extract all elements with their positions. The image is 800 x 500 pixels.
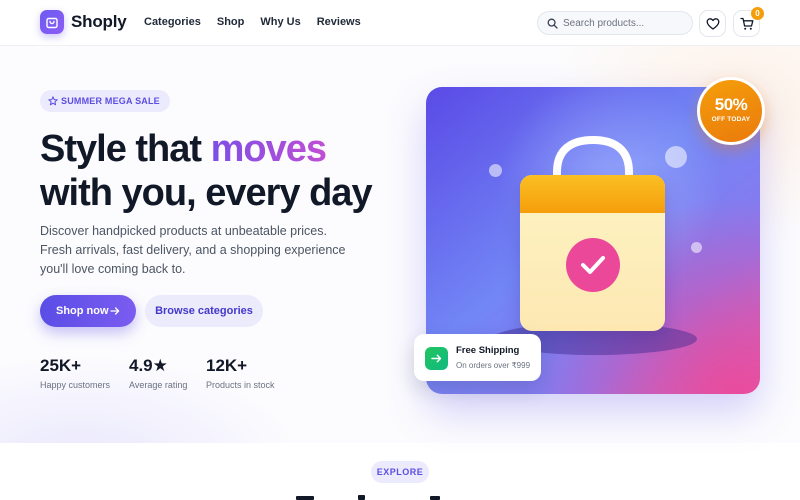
bag-top-band (520, 175, 665, 213)
arrow-right-icon (110, 307, 120, 315)
decor-dot (489, 164, 502, 177)
decor-dot (691, 242, 702, 253)
stat-products-label: Products in stock (206, 380, 275, 390)
check-icon (566, 238, 620, 292)
headline-accent: moves (210, 128, 327, 170)
shop-now-button[interactable]: Shop now (40, 295, 136, 327)
search-icon (547, 18, 558, 29)
shipping-arrow-icon (425, 347, 448, 370)
shopping-bag-icon (46, 17, 58, 29)
stat-rating-label: Average rating (129, 380, 188, 390)
browse-categories-button[interactable]: Browse categories (145, 295, 263, 327)
checkmark-glyph (581, 256, 605, 274)
cart-count-badge: 0 (751, 7, 764, 20)
free-shipping-card: Free Shipping On orders over ₹999 (414, 334, 541, 381)
nav-links: Categories Shop Why Us Reviews (144, 16, 361, 28)
discount-value: 50% (714, 95, 748, 114)
stat-customers-label: Happy customers (40, 380, 111, 390)
decor-dot (665, 146, 687, 168)
sale-tag-label: SUMMER MEGA SALE (61, 96, 160, 106)
shipping-title: Free Shipping (456, 345, 520, 356)
nav-link-categories[interactable]: Categories (144, 16, 201, 28)
stat-products-value: 12K+ (206, 356, 248, 375)
star-icon (48, 96, 58, 106)
shipping-subtitle: On orders over ₹999 (456, 361, 531, 370)
discount-badge: 50% OFF TODAY (697, 77, 765, 145)
search-input[interactable] (563, 16, 687, 31)
explore-eyebrow: EXPLORE (371, 461, 429, 483)
headline-part1: Style that (40, 128, 211, 170)
cart-icon (740, 17, 754, 30)
nav-link-why-us[interactable]: Why Us (260, 16, 300, 28)
wishlist-button[interactable] (699, 10, 726, 37)
section-heading-fragment (296, 495, 440, 500)
nav-link-shop[interactable]: Shop (217, 16, 245, 28)
headline-line2: with you, every day (40, 172, 373, 214)
logo-icon[interactable] (40, 10, 64, 34)
nav-link-reviews[interactable]: Reviews (317, 16, 361, 28)
arrow-right-icon (431, 354, 442, 363)
top-navigation: Shoply Categories Shop Why Us Reviews 0 (0, 0, 800, 46)
discount-label: OFF TODAY (711, 116, 751, 123)
stat-rating-value: 4.9★ (129, 356, 168, 375)
sale-tag: SUMMER MEGA SALE (40, 90, 170, 112)
heart-icon (706, 18, 720, 30)
brand-name[interactable]: Shoply (71, 12, 127, 32)
shop-now-label: Shop now (56, 305, 109, 317)
hero-headline: Style that moves with you, every day (40, 127, 373, 215)
stat-customers-value: 25K+ (40, 356, 82, 375)
search-box (537, 11, 693, 35)
hero-description: Discover handpicked products at unbeatab… (40, 224, 346, 276)
